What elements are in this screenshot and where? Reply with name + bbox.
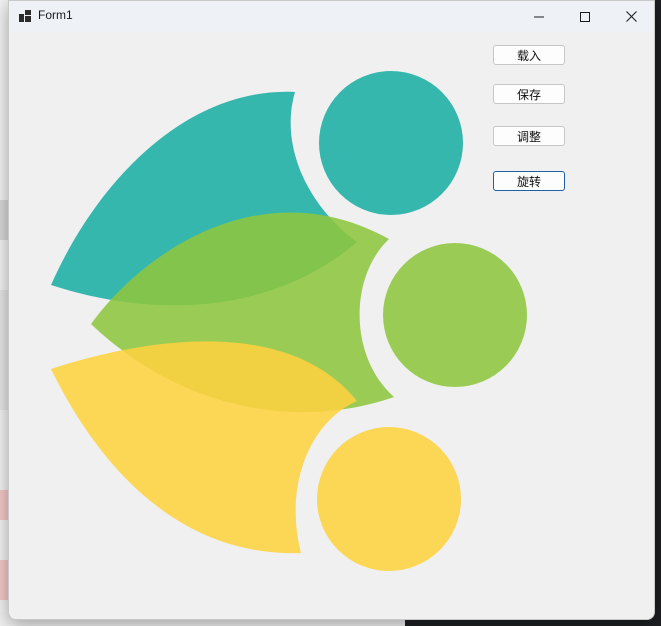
save-button[interactable]: 保存: [493, 84, 565, 104]
window-title: Form1: [38, 8, 73, 22]
title-bar[interactable]: Form1: [9, 1, 654, 32]
yellow-petal-shape: [51, 341, 357, 554]
rotate-button[interactable]: 旋转: [493, 171, 565, 191]
close-button[interactable]: [608, 1, 654, 32]
maximize-button[interactable]: [562, 1, 608, 32]
green-circle-shape: [383, 243, 527, 387]
maximize-icon: [580, 11, 590, 22]
yellow-circle-shape: [317, 427, 461, 571]
close-icon: [625, 11, 637, 22]
load-button[interactable]: 载入: [493, 45, 565, 65]
form-client-area: 载入 保存 调整 旋转: [9, 32, 654, 619]
minimize-icon: [534, 16, 544, 17]
winforms-app-icon: [19, 10, 31, 22]
teal-circle-shape: [319, 71, 463, 215]
picture-box-image: [51, 71, 527, 571]
adjust-button[interactable]: 调整: [493, 126, 565, 146]
form-window: Form1 载入 保存 调整 旋转: [8, 0, 655, 620]
minimize-button[interactable]: [516, 1, 562, 32]
